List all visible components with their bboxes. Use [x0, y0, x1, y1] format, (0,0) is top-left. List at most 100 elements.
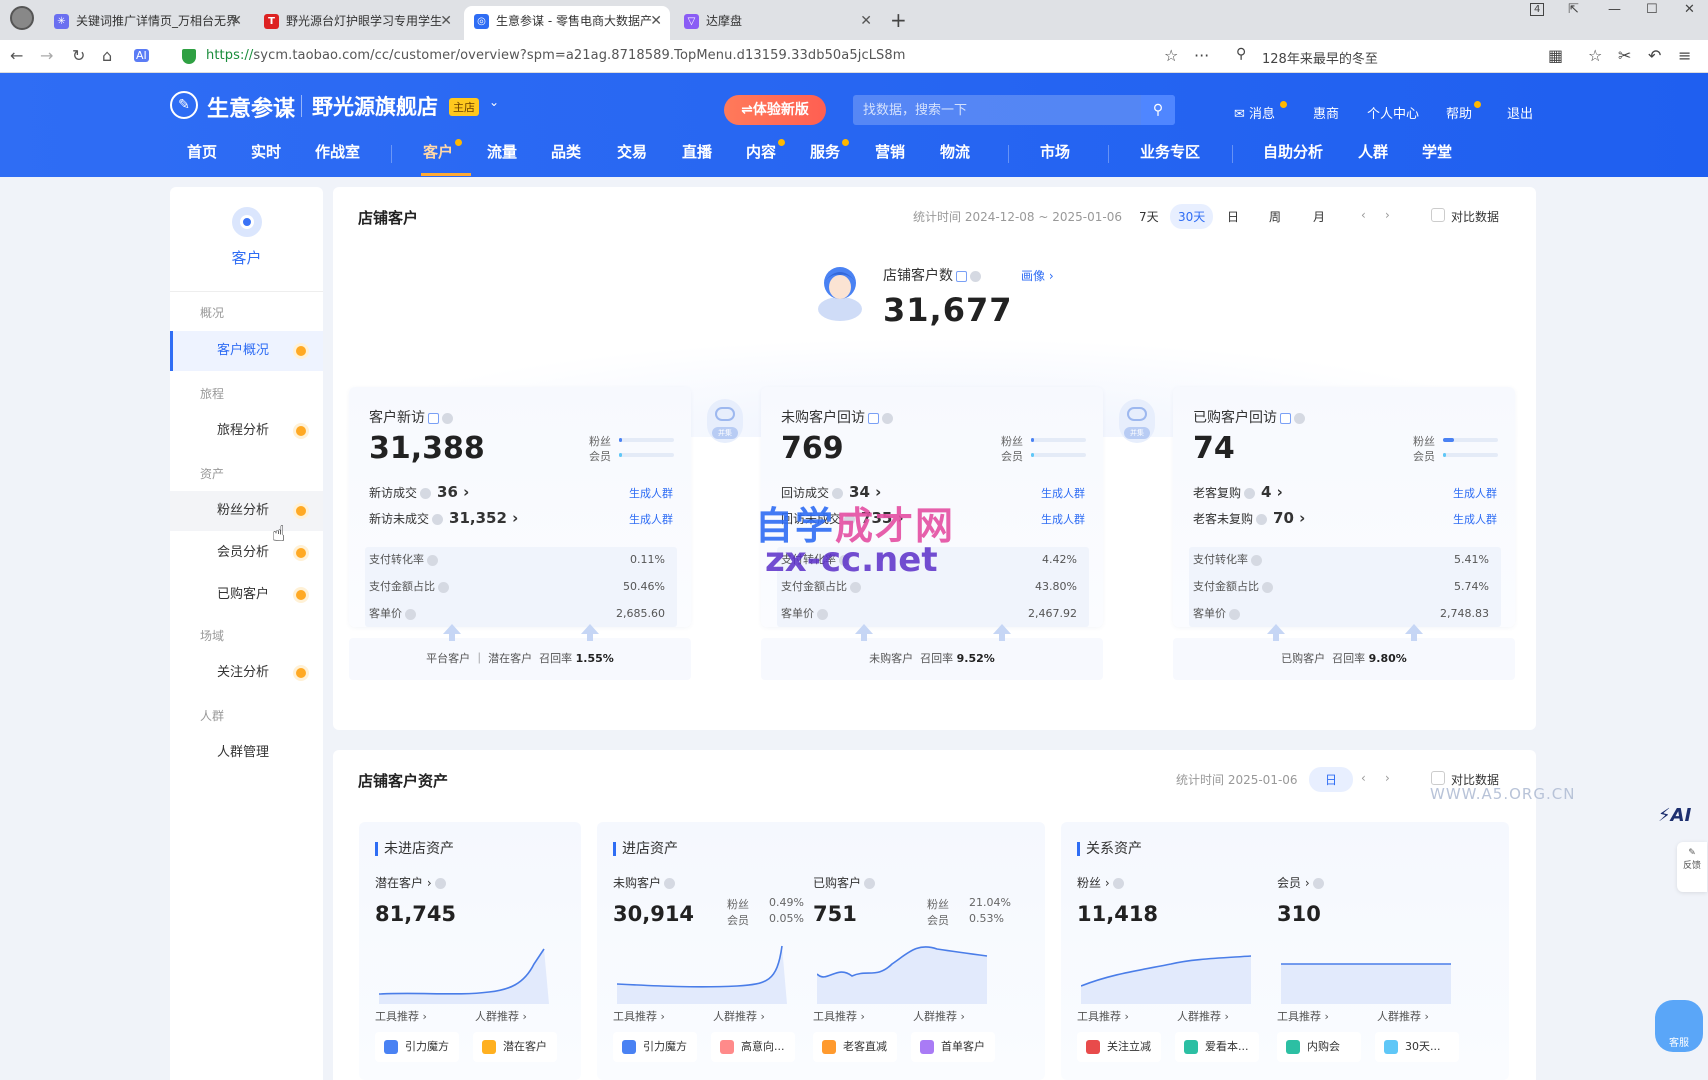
- next-icon[interactable]: ›: [1377, 204, 1398, 226]
- range-30d[interactable]: 30天: [1170, 204, 1214, 229]
- customer-service-button[interactable]: 客服: [1655, 1000, 1703, 1052]
- ai-extension-icon[interactable]: AI: [134, 49, 149, 62]
- help-icon[interactable]: [864, 878, 876, 889]
- huishang-link[interactable]: 惠商: [1313, 103, 1339, 122]
- nav-home[interactable]: 首页: [187, 141, 217, 162]
- scissors-icon[interactable]: ✂: [1618, 46, 1631, 65]
- prev-icon[interactable]: ‹: [1353, 767, 1374, 789]
- logout-link[interactable]: 退出: [1507, 103, 1533, 122]
- undo-icon[interactable]: ↶: [1648, 46, 1661, 65]
- help-icon[interactable]: [1312, 878, 1324, 889]
- menu-icon[interactable]: ≡: [1678, 46, 1691, 65]
- reload-icon[interactable]: ↻: [72, 46, 85, 65]
- forward-icon[interactable]: →: [40, 46, 53, 65]
- nav-logistics[interactable]: 物流: [940, 141, 970, 162]
- nav-self-analysis[interactable]: 自助分析: [1263, 141, 1323, 162]
- minimize-icon[interactable]: —: [1608, 2, 1621, 17]
- asset-label[interactable]: 已购客户: [813, 874, 876, 891]
- asset-label[interactable]: 粉丝 ›: [1077, 874, 1124, 891]
- compare-checkbox[interactable]: [1431, 208, 1445, 222]
- browser-search-field[interactable]: 128年来最早的冬至: [1262, 48, 1378, 67]
- browser-tab[interactable]: ▽ 达摩盘 ✕: [674, 6, 880, 40]
- recommend-button[interactable]: 引力魔方: [613, 1032, 697, 1062]
- nav-crowd[interactable]: 人群: [1358, 141, 1388, 162]
- next-icon[interactable]: ›: [1377, 767, 1398, 789]
- create-crowd-link[interactable]: 生成人群: [1041, 511, 1085, 527]
- help-icon[interactable]: [434, 878, 446, 889]
- browser-tab-active[interactable]: ◎ 生意参谋 - 零售电商大数据产 ✕: [464, 6, 670, 40]
- help-icon[interactable]: [1256, 514, 1268, 525]
- sidebar-item-journey[interactable]: 旅程分析: [170, 411, 323, 451]
- help-icon[interactable]: [850, 581, 861, 593]
- personal-center-link[interactable]: 个人中心: [1367, 103, 1419, 122]
- nav-market[interactable]: 市场: [1040, 141, 1070, 162]
- asset-label[interactable]: 未购客户: [613, 874, 676, 891]
- tool-recommend-link[interactable]: 工具推荐 ›: [813, 1008, 865, 1024]
- brand-name[interactable]: 生意参谋: [207, 91, 295, 123]
- create-crowd-link[interactable]: 生成人群: [1453, 511, 1497, 527]
- recommend-button[interactable]: 内购会: [1277, 1032, 1361, 1062]
- help-icon[interactable]: [1229, 608, 1240, 620]
- tool-recommend-link[interactable]: 工具推荐 ›: [1077, 1008, 1129, 1024]
- recommend-button[interactable]: 关注立减: [1077, 1032, 1161, 1062]
- close-tab-icon[interactable]: ✕: [650, 6, 662, 36]
- help-icon[interactable]: [1251, 554, 1262, 566]
- star-icon[interactable]: ☆: [1164, 46, 1178, 65]
- feedback-button[interactable]: ✎ 反馈: [1677, 842, 1707, 892]
- help-icon[interactable]: [1244, 488, 1256, 499]
- range-month[interactable]: 月: [1305, 204, 1333, 229]
- recommend-button[interactable]: 潜在客户: [473, 1032, 557, 1062]
- pin-icon[interactable]: ⇱: [1568, 2, 1579, 17]
- panel-row[interactable]: 新访成交 36 ›: [369, 483, 469, 501]
- close-tab-icon[interactable]: ✕: [860, 6, 872, 36]
- try-new-version-button[interactable]: ⇌体验新版: [724, 95, 826, 125]
- create-crowd-link[interactable]: 生成人群: [629, 485, 673, 501]
- help-icon[interactable]: [420, 488, 432, 499]
- help-icon[interactable]: [817, 608, 828, 620]
- sidebar-item-crowd-management[interactable]: 人群管理: [170, 733, 323, 773]
- panel-row[interactable]: 老客复购 4 ›: [1193, 483, 1283, 501]
- info-icon[interactable]: [868, 412, 879, 424]
- browser-tab[interactable]: ✳ 关键词推广详情页_万相台无界 ✕: [44, 6, 250, 40]
- apps-grid-icon[interactable]: ▦: [1548, 46, 1563, 65]
- sidebar-item-members[interactable]: 会员分析: [170, 533, 323, 573]
- search-input[interactable]: [853, 95, 1143, 125]
- help-icon[interactable]: [1294, 412, 1305, 424]
- sidebar-item-fans[interactable]: 粉丝分析: [170, 491, 323, 531]
- store-name[interactable]: 野光源旗舰店: [312, 91, 438, 121]
- url-field[interactable]: https://sycm.taobao.com/cc/customer/over…: [206, 48, 906, 63]
- nav-customer[interactable]: 客户: [423, 141, 453, 162]
- help-icon[interactable]: [664, 878, 676, 889]
- tool-recommend-link[interactable]: 工具推荐 ›: [375, 1008, 427, 1024]
- favorites-icon[interactable]: ☆: [1588, 46, 1602, 65]
- recommend-button[interactable]: 首单客户: [911, 1032, 995, 1062]
- maximize-icon[interactable]: ☐: [1646, 2, 1658, 17]
- tool-recommend-link[interactable]: 工具推荐 ›: [1277, 1008, 1329, 1024]
- nav-content[interactable]: 内容: [746, 141, 776, 162]
- range-day[interactable]: 日: [1219, 204, 1247, 229]
- create-crowd-link[interactable]: 生成人群: [1453, 485, 1497, 501]
- range-day[interactable]: 日: [1309, 767, 1354, 792]
- info-icon[interactable]: [428, 412, 439, 424]
- ai-assistant-button[interactable]: ⚡AI: [1658, 805, 1691, 826]
- crowd-recommend-link[interactable]: 人群推荐 ›: [475, 1008, 527, 1024]
- info-icon[interactable]: [1280, 412, 1291, 424]
- create-crowd-link[interactable]: 生成人群: [1041, 485, 1085, 501]
- nav-realtime[interactable]: 实时: [251, 141, 281, 162]
- close-window-icon[interactable]: ✕: [1684, 2, 1695, 17]
- profile-link[interactable]: 画像 ›: [1021, 267, 1054, 284]
- recommend-button[interactable]: 30天...: [1375, 1032, 1459, 1062]
- more-icon[interactable]: ···: [1194, 46, 1209, 65]
- new-tab-button[interactable]: +: [890, 8, 907, 32]
- nav-academy[interactable]: 学堂: [1422, 141, 1452, 162]
- crowd-recommend-link[interactable]: 人群推荐 ›: [913, 1008, 965, 1024]
- nav-service[interactable]: 服务: [810, 141, 840, 162]
- back-icon[interactable]: ←: [10, 46, 23, 65]
- browser-tab[interactable]: T 野光源台灯护眼学习专用学生 ✕: [254, 6, 460, 40]
- asset-label[interactable]: 会员 ›: [1277, 874, 1324, 891]
- help-icon[interactable]: [432, 514, 444, 525]
- panel-row[interactable]: 老客未复购 70 ›: [1193, 509, 1305, 527]
- asset-label[interactable]: 潜在客户 ›: [375, 874, 446, 891]
- help-icon[interactable]: [442, 412, 453, 424]
- crowd-recommend-link[interactable]: 人群推荐 ›: [713, 1008, 765, 1024]
